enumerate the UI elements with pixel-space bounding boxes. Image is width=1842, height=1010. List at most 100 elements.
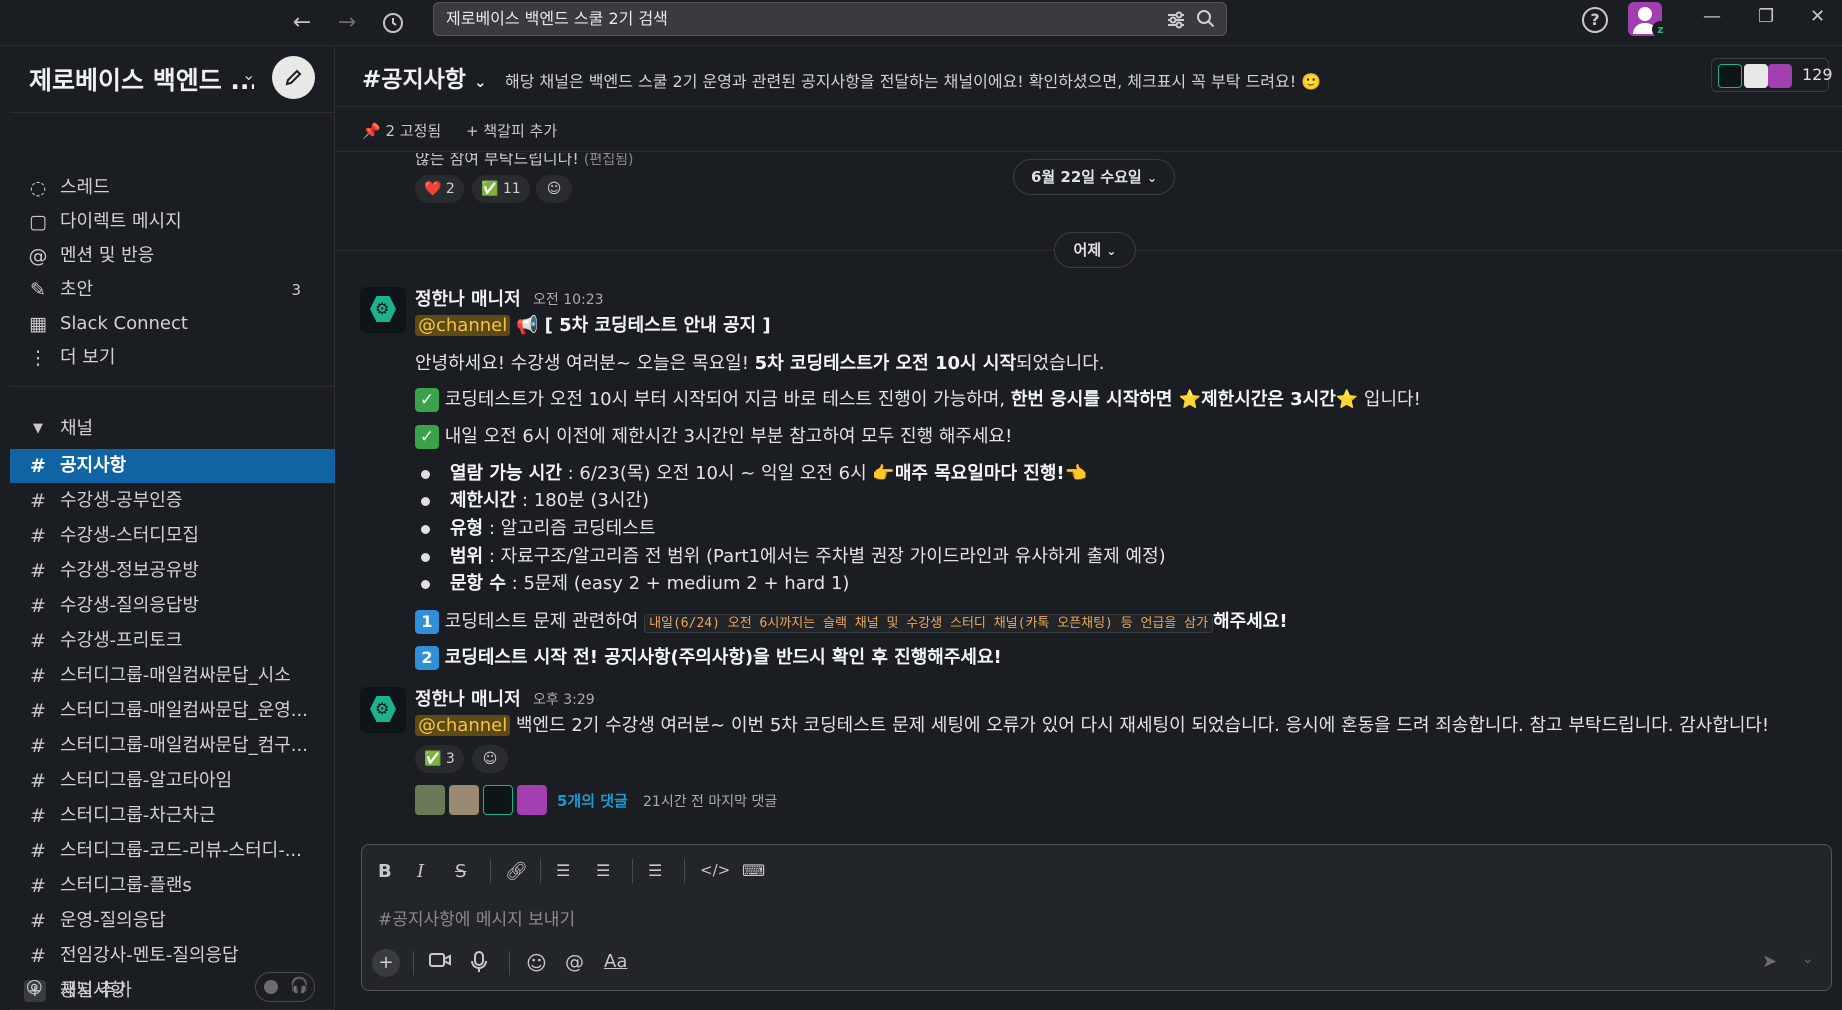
message-list[interactable]: 않는 참여 부탁드립니다! (편집됨) ❤️ 2 ✅ 11 ☺ 6월 22일 수… <box>336 153 1842 843</box>
sidebar-item-channel[interactable]: # 운영-질의응답 <box>10 906 335 936</box>
thread-summary[interactable]: 5개의 댓글 21시간 전 마지막 댓글 <box>415 783 815 817</box>
emoji-icon[interactable]: ☺ <box>526 951 547 975</box>
sidebar-item-threads[interactable]: ◌ 스레드 <box>10 173 335 203</box>
code-block-icon[interactable]: ⌨ <box>742 861 765 880</box>
list-key: 범위 <box>450 546 484 567</box>
formatting-icon[interactable]: Aa <box>604 951 627 972</box>
message-author[interactable]: 정한나 매니저 <box>415 285 521 311</box>
search-icon[interactable] <box>1196 3 1216 40</box>
sidebar-item-channel[interactable]: # 공지사항 <box>10 449 335 483</box>
sidebar-item-channel[interactable]: # 수강생-질의응답방 <box>10 591 335 621</box>
add-reaction-button[interactable]: ☺ <box>472 745 508 773</box>
add-bookmark-button[interactable]: + 책갈피 추가 <box>466 120 557 141</box>
minimize-icon[interactable]: — <box>1703 6 1721 27</box>
send-icon[interactable]: ➤ <box>1762 951 1777 972</box>
members-button[interactable]: 129 <box>1711 58 1833 92</box>
reaction-count: 11 <box>502 181 521 197</box>
bulleted-list-icon[interactable]: ☰ <box>596 861 610 880</box>
search-input[interactable]: 제로베이스 백엔드 스쿨 2기 검색 <box>433 2 1227 36</box>
workspace-name[interactable]: 제로베이스 백엔드 ... <box>29 61 254 97</box>
reply-avatar <box>449 785 479 815</box>
blockquote-icon[interactable]: ☰ <box>648 861 662 880</box>
microphone-icon[interactable] <box>471 951 487 978</box>
sidebar-item-drafts[interactable]: ✎ 초안 3 <box>10 275 335 305</box>
reaction-check[interactable]: ✅ 3 <box>415 745 464 773</box>
reaction-check[interactable]: ✅ 11 <box>472 175 530 203</box>
bold-icon[interactable]: B <box>378 861 392 882</box>
reply-count-link[interactable]: 5개의 댓글 <box>557 790 628 811</box>
huddle-toggle[interactable]: 🎧 <box>255 972 315 1002</box>
sidebar-item-channel[interactable]: # 스터디그룹-매일컴싸문답_시소 <box>10 661 335 691</box>
channel-mention[interactable]: @channel <box>415 715 511 736</box>
date-divider-pill[interactable]: 어제 ⌄ <box>1054 232 1136 268</box>
sidebar-item-channel[interactable]: # 스터디그룹-플랜s <box>10 871 335 901</box>
sidebar-item-slack-connect[interactable]: ▦ Slack Connect <box>10 309 335 339</box>
sidebar-item-channel[interactable]: # 스터디그룹-매일컴싸문답_컴구... <box>10 731 335 761</box>
restore-icon[interactable]: ❐ <box>1758 6 1774 27</box>
add-reaction-button[interactable]: ☺ <box>536 175 572 203</box>
sidebar-item-dms[interactable]: ▢ 다이렉트 메시지 <box>10 207 335 237</box>
hash-icon: # <box>362 67 382 93</box>
channel-title[interactable]: #공지사항 ⌄ <box>362 60 487 94</box>
date-label: 어제 <box>1073 241 1102 259</box>
date-divider-pill[interactable]: 6월 22일 수요일 ⌄ <box>1013 159 1175 195</box>
pin-icon: 📌 <box>362 122 381 140</box>
pinned-button[interactable]: 📌 2 고정됨 <box>362 120 441 141</box>
help-icon[interactable]: ? <box>1582 7 1608 33</box>
author-avatar[interactable] <box>360 687 406 733</box>
sidebar-item-more[interactable]: ⋮ 더 보기 <box>10 343 335 373</box>
code-icon[interactable]: </> <box>700 861 730 879</box>
italic-icon[interactable]: I <box>417 861 424 882</box>
history-icon[interactable] <box>378 8 408 38</box>
chevron-down-icon[interactable]: ⌄ <box>242 65 255 84</box>
filter-icon[interactable] <box>1166 3 1186 41</box>
hash-icon: # <box>30 875 46 897</box>
forward-arrow-icon[interactable]: → <box>332 8 362 38</box>
sidebar-item-mentions[interactable]: @ 멘션 및 반응 <box>10 241 335 271</box>
send-options-chevron-icon[interactable]: ⌄ <box>1802 951 1814 967</box>
list-key: 유형 <box>450 518 484 539</box>
channel-title-text: 공지사항 <box>381 67 466 93</box>
strikethrough-icon[interactable]: S <box>455 861 466 882</box>
hash-icon: # <box>30 560 46 582</box>
plus-icon: + <box>466 122 479 140</box>
sidebar-item-channel[interactable]: # 스터디그룹-알고타아임 <box>10 766 335 796</box>
reaction-heart[interactable]: ❤️ 2 <box>415 175 464 203</box>
sidebar-item-channel[interactable]: # 스터디그룹-차근차근 <box>10 801 335 831</box>
sidebar-item-channel[interactable]: # 스터디그룹-코드-리뷰-스터디-... <box>10 836 335 866</box>
message-timestamp[interactable]: 오전 10:23 <box>533 289 604 309</box>
hash-icon: # <box>30 455 46 477</box>
message-input[interactable]: #공지사항에 메시지 보내기 <box>378 905 575 930</box>
sidebar-item-channel[interactable]: # 수강생-공부인증 <box>10 486 335 516</box>
mention-icon[interactable]: @ <box>565 951 584 973</box>
author-avatar[interactable] <box>360 287 406 333</box>
message-line: ✓ 코딩테스트가 오전 10시 부터 시작되어 지금 바로 테스트 진행이 가능… <box>415 385 1421 412</box>
sidebar-item-channel[interactable]: # 수강생-프리토크 <box>10 626 335 656</box>
link-icon[interactable]: 🔗︎ <box>505 861 528 882</box>
notice-text-end: 해주세요! <box>1213 611 1288 632</box>
notice-text: 코딩테스트 문제 관련하여 <box>444 611 645 632</box>
hash-icon: # <box>30 630 46 652</box>
sidebar-item-channel[interactable]: # 수강생-스터디모집 <box>10 521 335 551</box>
channels-section-header[interactable]: ▼ 채널 <box>10 414 335 444</box>
toolbar-divider <box>540 859 541 883</box>
ordered-list-icon[interactable]: ☰ <box>556 861 570 880</box>
sidebar-item-channel[interactable]: # 수강생-정보공유방 <box>10 556 335 586</box>
sidebar-item-channel[interactable]: # 스터디그룹-매일컴싸문답_운영... <box>10 696 335 726</box>
channel-label: 스터디그룹-코드-리뷰-스터디-... <box>60 840 302 861</box>
close-icon[interactable]: ✕ <box>1810 6 1825 27</box>
reply-avatar <box>517 785 547 815</box>
previous-message-text: 않는 참여 부탁드립니다! <box>415 153 579 168</box>
message-timestamp[interactable]: 오후 3:29 <box>533 689 595 709</box>
video-icon[interactable] <box>429 951 451 974</box>
message-line: 안녕하세요! 수강생 여러분~ 오늘은 목요일! 5차 코딩테스트가 오전 10… <box>415 349 1105 375</box>
back-arrow-icon[interactable]: ← <box>287 8 317 38</box>
list-item: 유형 : 알고리즘 코딩테스트 <box>450 514 655 540</box>
channel-mention[interactable]: @channel <box>415 315 511 336</box>
compose-button[interactable] <box>272 56 315 99</box>
channel-topic[interactable]: 해당 채널은 백엔드 스쿨 2기 운영과 관련된 공지사항을 전달하는 채널이에… <box>505 68 1615 92</box>
headphones-icon: ◎ <box>26 975 43 997</box>
message-author[interactable]: 정한나 매니저 <box>415 685 521 711</box>
sidebar-item-label: Slack Connect <box>60 313 188 334</box>
attach-plus-icon[interactable]: + <box>372 949 400 977</box>
